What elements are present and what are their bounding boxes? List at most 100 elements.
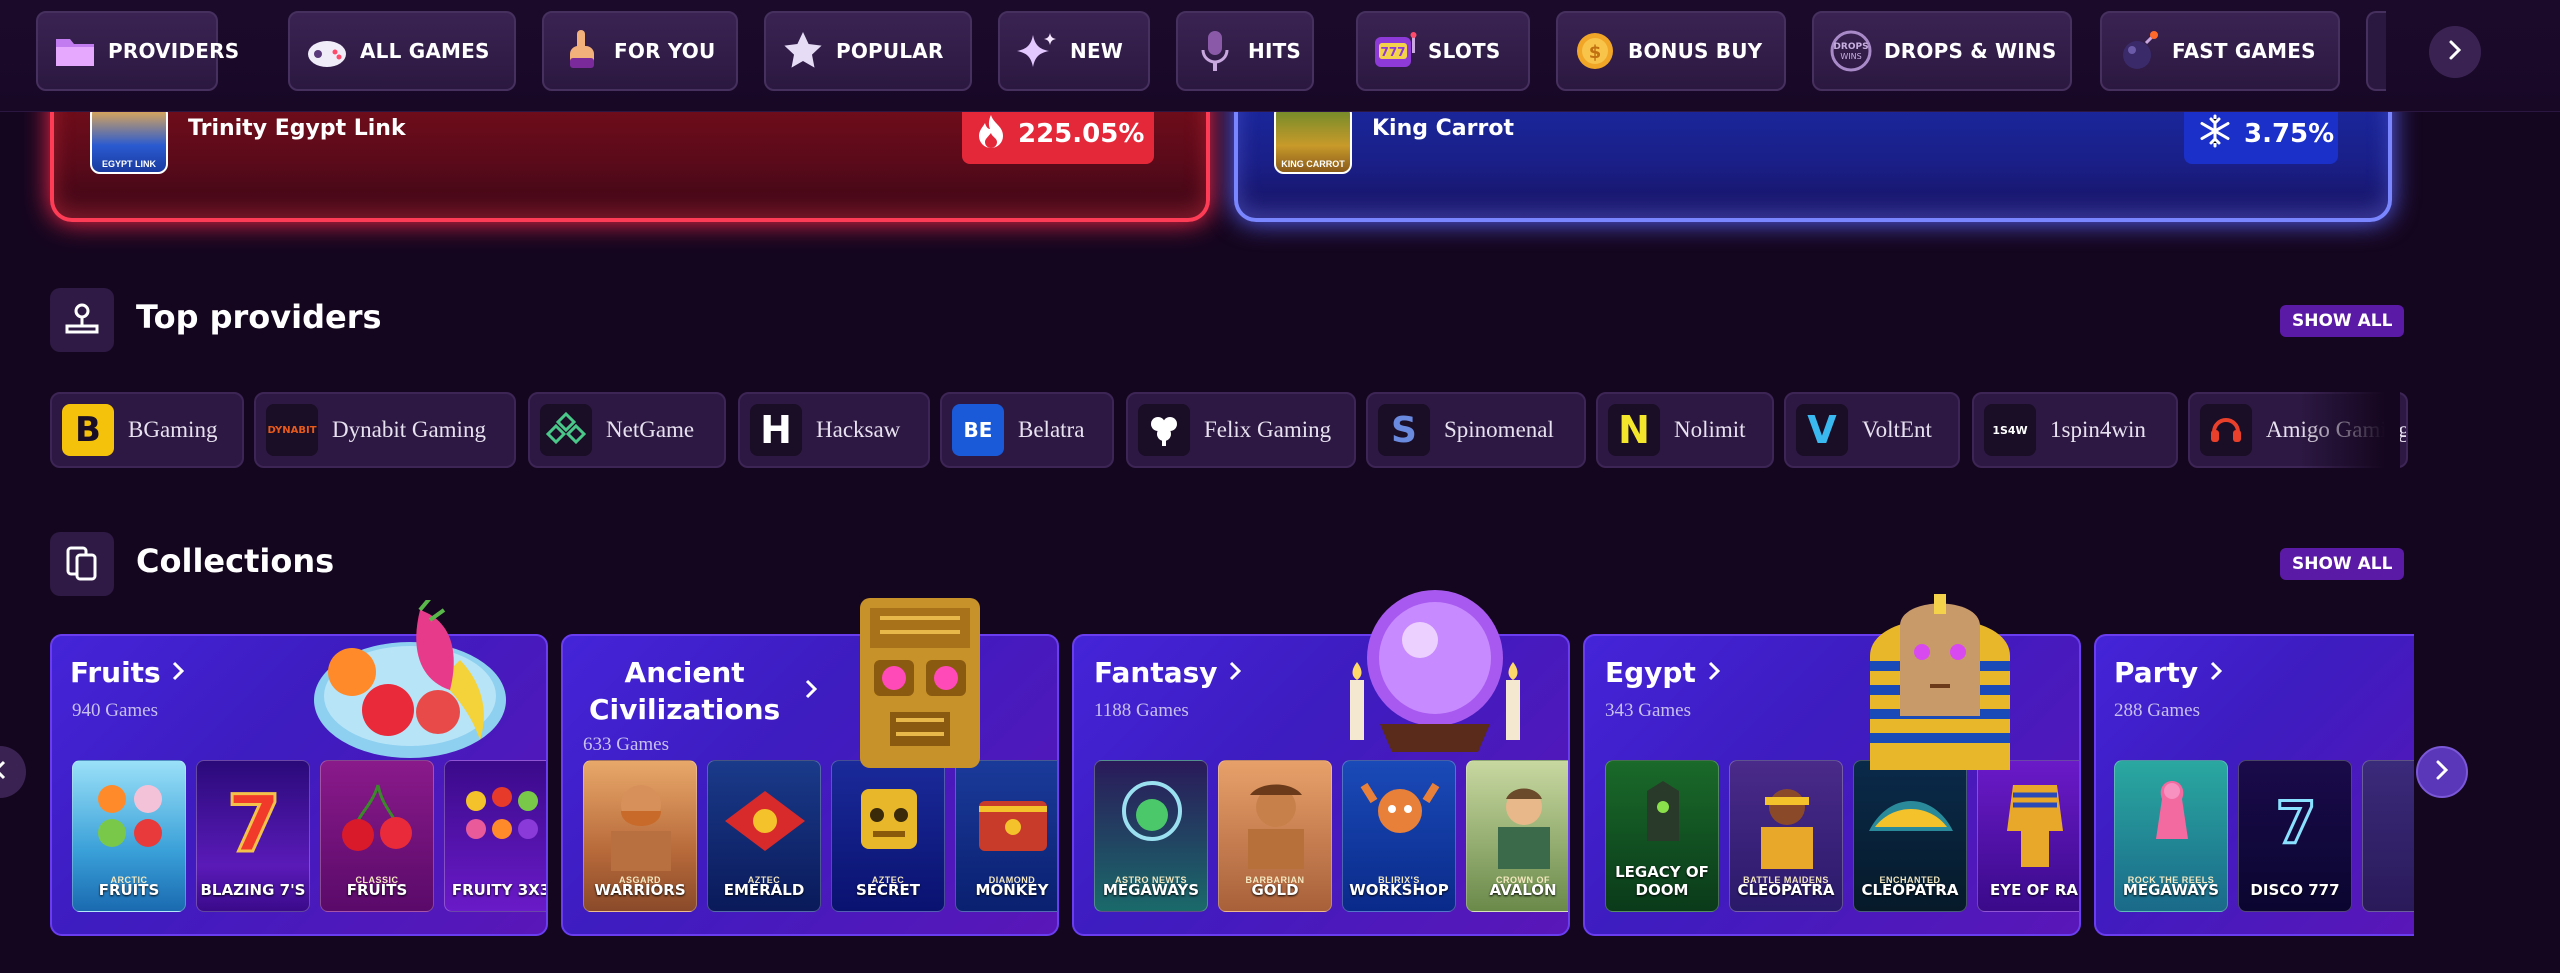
tab-partial[interactable] bbox=[2366, 11, 2386, 91]
provider-voltent[interactable]: V VoltEnt bbox=[1784, 392, 1960, 468]
bomb-icon bbox=[2116, 28, 2162, 74]
provider-nolimit[interactable]: N Nolimit bbox=[1596, 392, 1774, 468]
svg-text:7: 7 bbox=[227, 780, 281, 870]
game-card[interactable]: 7 BLAZING 7'S bbox=[196, 760, 310, 912]
game-name: CLEOPATRA bbox=[1737, 881, 1835, 899]
providers-show-all-button[interactable]: SHOW ALL bbox=[2280, 305, 2405, 337]
collection-count: 940 Games bbox=[72, 700, 159, 721]
provider-hacksaw[interactable]: H Hacksaw bbox=[738, 392, 930, 468]
game-name: CLEOPATRA bbox=[1861, 881, 1959, 899]
game-card-partial[interactable] bbox=[2362, 760, 2414, 912]
game-card[interactable]: FRUITY 3X3 bbox=[444, 760, 546, 912]
crystal-ball-illustration bbox=[1350, 590, 1520, 752]
felix-gaming-logo bbox=[1138, 404, 1190, 456]
game-card[interactable]: EYE OF RA bbox=[1977, 760, 2079, 912]
game-card[interactable]: BATTLE MAIDENS CLEOPATRA bbox=[1729, 760, 1843, 912]
game-name: SECRET bbox=[855, 881, 921, 899]
game-card[interactable]: LEGACY OF DOOM bbox=[1605, 760, 1719, 912]
provider-name: 1spin4win bbox=[2050, 417, 2146, 442]
collections-show-all-button[interactable]: SHOW ALL bbox=[2280, 548, 2405, 580]
tab-for-you[interactable]: FOR YOU bbox=[542, 11, 738, 91]
game-name: FRUITS bbox=[98, 881, 160, 899]
collection-count: 288 Games bbox=[2114, 700, 2201, 721]
tab-label: PROVIDERS bbox=[108, 39, 240, 63]
provider-1spin4win[interactable]: 1S4W 1spin4win bbox=[1972, 392, 2178, 468]
game-controller-icon bbox=[304, 28, 350, 74]
jackpot-name: Trinity Egypt Link bbox=[188, 116, 406, 141]
provider-netgame[interactable]: NetGame bbox=[528, 392, 726, 468]
game-card[interactable]: AZTEC SECRET bbox=[831, 760, 945, 912]
providers-section-icon bbox=[50, 288, 114, 352]
tab-popular[interactable]: POPULAR bbox=[764, 11, 972, 91]
tab-hits[interactable]: HITS bbox=[1176, 11, 1314, 91]
svg-text:777: 777 bbox=[1380, 45, 1405, 59]
game-card[interactable]: DIAMOND MONKEY bbox=[955, 760, 1057, 912]
game-name: EMERALD bbox=[723, 881, 805, 899]
jackpot-name: King Carrot bbox=[1372, 116, 1514, 141]
tab-drops-wins[interactable]: DROPS WINS DROPS & WINS bbox=[1812, 11, 2072, 91]
golden-totem-illustration bbox=[860, 598, 980, 768]
nolimit-logo: N bbox=[1608, 404, 1660, 456]
carousel-fade-overlay bbox=[2300, 388, 2400, 472]
svg-text:$: $ bbox=[1589, 42, 1602, 63]
game-card[interactable]: 7 DISCO 777 bbox=[2238, 760, 2352, 912]
game-card[interactable]: BLIRIX'S WORKSHOP bbox=[1342, 760, 1456, 912]
tab-all-games[interactable]: ALL GAMES bbox=[288, 11, 516, 91]
tab-bonus-buy[interactable]: $ BONUS BUY bbox=[1556, 11, 1786, 91]
spinomenal-logo: S bbox=[1378, 404, 1430, 456]
jackpot-value: 225.05% bbox=[1018, 119, 1145, 149]
game-card[interactable]: AZTEC EMERALD bbox=[707, 760, 821, 912]
belatra-logo: BE bbox=[952, 404, 1004, 456]
game-name: BLAZING 7'S bbox=[200, 881, 306, 899]
game-name: FRUITS bbox=[346, 881, 408, 899]
tab-label: BONUS BUY bbox=[1628, 39, 1763, 63]
provider-felix-gaming[interactable]: Felix Gaming bbox=[1126, 392, 1356, 468]
dynabit-logo: DYNABIT bbox=[266, 404, 318, 456]
collection-title: Ancient Civilizations bbox=[589, 654, 780, 728]
chevron-left-icon bbox=[0, 759, 9, 786]
game-card[interactable]: BARBARIAN GOLD bbox=[1218, 760, 1332, 912]
jackpot-value-pill: 3.75% bbox=[2184, 104, 2338, 164]
game-card[interactable]: ROCK THE REELS MEGAWAYS bbox=[2114, 760, 2228, 912]
game-card[interactable]: ASTRO NEWTS MEGAWAYS bbox=[1094, 760, 1208, 912]
amigo-gaming-logo bbox=[2200, 404, 2252, 456]
collection-title: Fruits bbox=[70, 654, 188, 691]
provider-belatra[interactable]: BE Belatra bbox=[940, 392, 1114, 468]
game-card[interactable]: ARCTIC FRUITS bbox=[72, 760, 186, 912]
category-nav-bar: PROVIDERS ALL GAMES FOR YOU POPULAR NEW … bbox=[0, 0, 2560, 112]
voltent-logo: V bbox=[1796, 404, 1848, 456]
game-name: WORKSHOP bbox=[1349, 881, 1449, 899]
tab-fast-games[interactable]: FAST GAMES bbox=[2100, 11, 2340, 91]
game-name: LEGACY OF DOOM bbox=[1615, 863, 1709, 899]
section-title-top-providers: Top providers bbox=[136, 298, 382, 336]
jackpot-game-thumbnail: EGYPT LINK bbox=[90, 104, 168, 174]
fruit-plate-illustration bbox=[314, 600, 506, 758]
tab-providers[interactable]: PROVIDERS bbox=[36, 11, 239, 91]
game-card[interactable]: CLASSIC FRUITS bbox=[320, 760, 434, 912]
tab-slots[interactable]: 777 SLOTS bbox=[1356, 11, 1530, 91]
chevron-right-icon bbox=[2446, 39, 2464, 66]
collection-title-text: Party bbox=[2114, 656, 2199, 689]
collections-prev-button[interactable] bbox=[0, 746, 26, 798]
star-icon bbox=[780, 28, 826, 74]
netgame-logo bbox=[540, 404, 592, 456]
slot-machine-icon: 777 bbox=[1372, 28, 1418, 74]
hacksaw-logo: H bbox=[750, 404, 802, 456]
game-name: GOLD bbox=[1251, 881, 1299, 899]
collection-count: 633 Games bbox=[583, 734, 670, 755]
collection-card-party[interactable]: Party 288 Games ROCK THE REELS MEGAWAYS … bbox=[2094, 634, 2414, 936]
collection-title-text: Fruits bbox=[70, 656, 161, 689]
collections-next-button[interactable] bbox=[2416, 746, 2468, 798]
nav-next-button[interactable] bbox=[2429, 26, 2481, 78]
provider-spinomenal[interactable]: S Spinomenal bbox=[1366, 392, 1586, 468]
game-card[interactable]: ENCHANTED CLEOPATRA bbox=[1853, 760, 1967, 912]
thumbnail-caption: EGYPT LINK bbox=[101, 159, 156, 169]
tab-new[interactable]: NEW bbox=[998, 11, 1150, 91]
game-card[interactable]: CROWN OF AVALON bbox=[1466, 760, 1568, 912]
provider-dynabit-gaming[interactable]: DYNABIT Dynabit Gaming bbox=[254, 392, 516, 468]
provider-bgaming[interactable]: B BGaming bbox=[50, 392, 244, 468]
chevron-right-icon bbox=[1706, 656, 1724, 689]
game-card[interactable]: ASGARD WARRIORS bbox=[583, 760, 697, 912]
tab-label: SLOTS bbox=[1428, 39, 1501, 63]
collection-title-text: Fantasy bbox=[1094, 656, 1218, 689]
